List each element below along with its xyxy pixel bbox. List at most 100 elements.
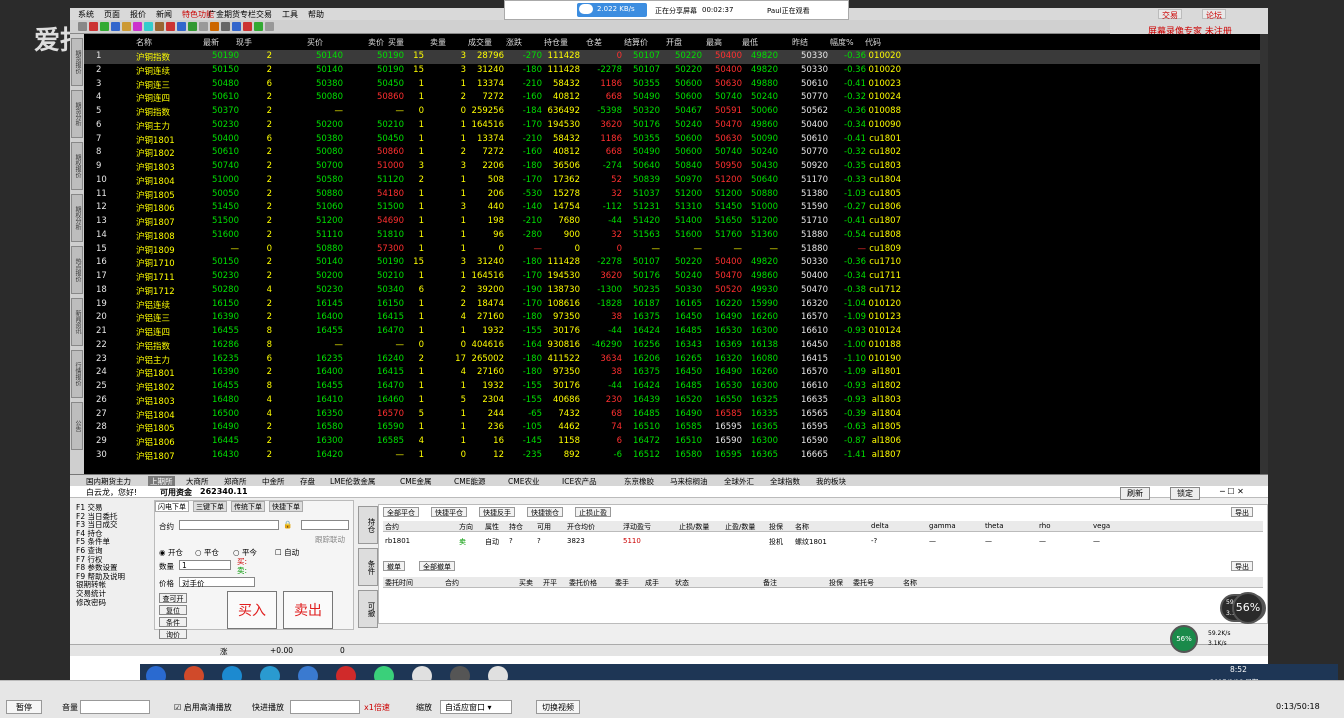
table-row[interactable]: 18 沪铜1712 50280 4 50230 50340 6 2 39200 -190 13873… — [84, 284, 1260, 298]
order-col-header[interactable]: 投保 — [829, 578, 843, 588]
toolbar-icon[interactable] — [133, 22, 142, 31]
position-col-header[interactable]: 合约 — [385, 522, 399, 532]
column-header[interactable]: 持仓量 — [544, 37, 568, 48]
speed-slider[interactable] — [290, 700, 360, 714]
zoom-select[interactable]: 自适应窗口 ▾ — [440, 700, 512, 714]
table-row[interactable]: 2 沪铜连续 50150 2 50140 50190 15 3 31240 -180 111428 -… — [84, 64, 1260, 78]
position-col-header[interactable]: gamma — [929, 522, 956, 530]
position-col-header[interactable]: 止损/数量 — [679, 522, 709, 532]
table-row[interactable]: 24 沪铝1801 16390 2 16400 16415 1 4 27160 -180 97350… — [84, 366, 1260, 380]
side-tab[interactable]: 热点报价 — [71, 246, 83, 294]
table-row[interactable]: 5 沪铜指数 50370 2 — — 0 0 259256 -184 636492 -5398 5032… — [84, 105, 1260, 119]
tree-item[interactable]: 交易统计 — [76, 588, 156, 598]
switch-video-button[interactable]: 切换视频 — [536, 700, 580, 714]
column-header[interactable]: 最低 — [742, 37, 758, 48]
table-row[interactable]: 25 沪铝1802 16455 8 16455 16470 1 1 1932 -155 30176 -… — [84, 380, 1260, 394]
toolbar-icon[interactable] — [177, 22, 186, 31]
export-button-2[interactable]: 导出 — [1231, 561, 1253, 571]
table-row[interactable]: 19 沪铝连续 16150 2 16145 16150 1 2 18474 -170 108616 -… — [84, 298, 1260, 312]
position-col-header[interactable]: 可用 — [537, 522, 551, 532]
column-header[interactable]: 开盘 — [666, 37, 682, 48]
side-tab[interactable]: 行情报价 — [71, 350, 83, 398]
lock-icon[interactable]: 🔒 — [283, 520, 292, 529]
column-header[interactable]: 卖价 — [368, 37, 384, 48]
qty-input[interactable]: 1 — [179, 560, 231, 570]
column-header[interactable]: 买量 — [388, 37, 404, 48]
position-col-header[interactable]: delta — [871, 522, 889, 530]
toolbar-icon[interactable] — [122, 22, 131, 31]
position-col-header[interactable]: 止盈/数量 — [725, 522, 755, 532]
refresh-button[interactable]: 刷新 — [1120, 487, 1150, 500]
table-row[interactable]: 16 沪铜1710 50150 2 50140 50190 15 3 31240 -180 1114… — [84, 256, 1260, 270]
sell-button[interactable]: 卖出 — [283, 591, 333, 629]
table-row[interactable]: 10 沪铜1804 51000 2 50580 51120 2 1 508 -170 17362 52… — [84, 174, 1260, 188]
side-tab[interactable]: 期权报价 — [71, 142, 83, 190]
table-row[interactable]: 28 沪铝1805 16490 2 16580 16590 1 1 236 -105 4462 74 1… — [84, 421, 1260, 435]
column-header[interactable]: 买价 — [307, 37, 323, 48]
side-tab[interactable]: 期权分析 — [71, 194, 83, 242]
toolbar-icon[interactable] — [155, 22, 164, 31]
position-col-header[interactable]: 浮动盈亏 — [623, 522, 651, 532]
order-col-header[interactable]: 名称 — [903, 578, 917, 588]
column-header[interactable]: 成交量 — [468, 37, 492, 48]
table-row[interactable]: 17 沪铜1711 50230 2 50200 50210 1 1 164516 -170 1945… — [84, 270, 1260, 284]
table-row[interactable]: 13 沪铜1807 51500 2 51200 54690 1 1 198 -210 7680 -44… — [84, 215, 1260, 229]
order-button[interactable]: 全部撤单 — [419, 561, 455, 571]
toolbar-icon[interactable] — [144, 22, 153, 31]
toolbar-icon[interactable] — [166, 22, 175, 31]
table-row[interactable]: 6 沪铜主力 50230 2 50200 50210 1 1 164516 -170 194530 3… — [84, 119, 1260, 133]
menu-item[interactable]: 工具 — [282, 9, 308, 20]
tree-item[interactable]: 修改密码 — [76, 597, 156, 607]
order-tab[interactable]: 三键下单 — [193, 501, 227, 512]
tree-item[interactable]: F6 查询 — [76, 545, 156, 555]
table-row[interactable]: 8 沪铜1802 50610 2 50080 50860 1 2 7272 -160 40812 66… — [84, 146, 1260, 160]
table-row[interactable]: 27 沪铝1804 16500 4 16350 16570 5 1 244 -65 7432 68 16… — [84, 408, 1260, 422]
order-button[interactable]: 撤单 — [383, 561, 405, 571]
table-row[interactable]: 3 沪铜连三 50480 6 50380 50450 1 1 13374 -210 58432 118… — [84, 78, 1260, 92]
window-controls[interactable]: ─ ☐ ✕ — [1220, 487, 1244, 496]
column-header[interactable]: 代码 — [865, 37, 881, 48]
position-col-header[interactable]: 投保 — [769, 522, 783, 532]
column-header[interactable]: 仓差 — [586, 37, 602, 48]
tree-item[interactable]: F5 条件单 — [76, 536, 156, 546]
position-col-header[interactable]: 属性 — [485, 522, 499, 532]
toolbar-icon[interactable] — [243, 22, 252, 31]
follow-label[interactable]: 跟踪联动 — [315, 534, 345, 545]
small-button[interactable]: 询价 — [159, 629, 187, 639]
order-col-header[interactable]: 成手 — [645, 578, 659, 588]
menu-item[interactable]: 新闻 — [156, 9, 182, 20]
column-header[interactable]: 最新 — [203, 37, 219, 48]
toolbar-icon[interactable] — [210, 22, 219, 31]
tree-item[interactable]: F7 行权 — [76, 554, 156, 564]
toolbar-icon[interactable] — [89, 22, 98, 31]
table-row[interactable]: 4 沪铜连四 50610 2 50080 50860 1 2 7272 -160 40812 668 5… — [84, 91, 1260, 105]
order-col-header[interactable]: 委托价格 — [569, 578, 597, 588]
lock-button[interactable]: 锁定 — [1170, 487, 1200, 500]
position-col-header[interactable]: rho — [1039, 522, 1050, 530]
trade-button[interactable]: 交易 — [1158, 9, 1182, 20]
table-row[interactable]: 14 沪铜1808 51600 2 51110 51810 1 1 96 -280 900 32 515… — [84, 229, 1260, 243]
toolbar-icon[interactable] — [188, 22, 197, 31]
auto-checkbox[interactable]: ☐ 自动 — [275, 547, 299, 558]
small-button[interactable]: 复位 — [159, 605, 187, 615]
column-header[interactable]: 结算价 — [624, 37, 648, 48]
column-header[interactable]: 昨结 — [792, 37, 808, 48]
hd-checkbox[interactable]: ☑ 启用高清播放 — [174, 702, 232, 713]
tree-item[interactable]: F9 帮助及说明 — [76, 571, 156, 581]
open-radio[interactable]: ◉ 开仓 — [159, 547, 183, 558]
menu-item[interactable]: 交易 — [256, 9, 282, 20]
order-tab[interactable]: 闪电下单 — [155, 501, 189, 512]
toolbar-icon[interactable] — [232, 22, 241, 31]
position-button[interactable]: 止损止盈 — [575, 507, 611, 517]
order-col-header[interactable]: 开平 — [543, 578, 557, 588]
position-col-header[interactable]: theta — [985, 522, 1004, 530]
position-col-header[interactable]: 持仓 — [509, 522, 523, 532]
position-button[interactable]: 快捷反手 — [479, 507, 515, 517]
menu-item[interactable]: 页面 — [104, 9, 130, 20]
table-row[interactable]: 30 沪铝1807 16430 2 16420 — 1 0 12 -235 892 -6 16512 16… — [84, 449, 1260, 463]
toolbar-icon[interactable] — [199, 22, 208, 31]
table-row[interactable]: 9 沪铜1803 50740 2 50700 51000 3 3 2206 -180 36506 -2… — [84, 160, 1260, 174]
toolbar-icon[interactable] — [254, 22, 263, 31]
contract-input[interactable] — [179, 520, 279, 530]
vertical-tab[interactable]: 可撤 — [358, 590, 378, 628]
